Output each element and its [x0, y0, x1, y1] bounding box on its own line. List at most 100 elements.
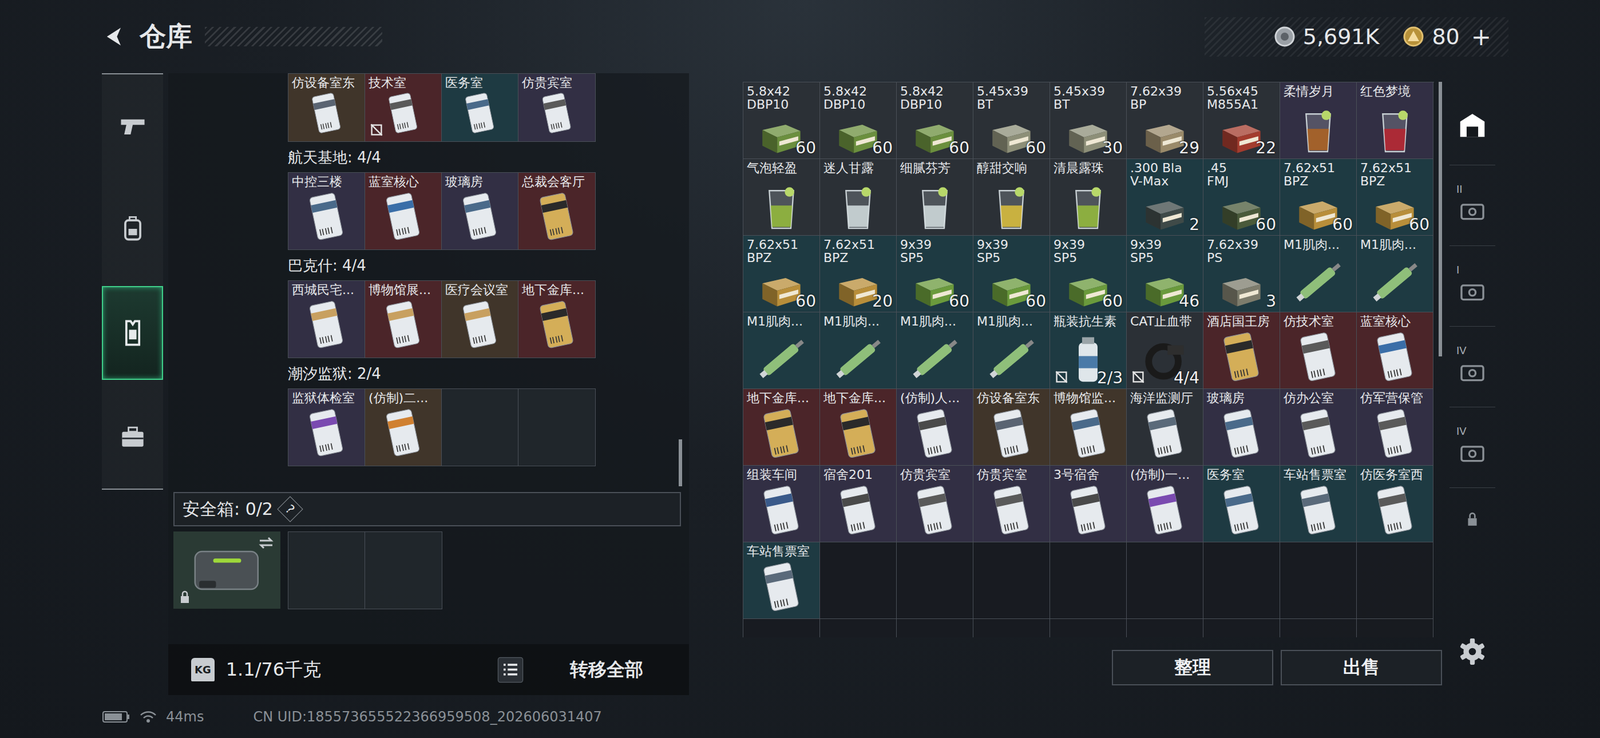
- stash-item[interactable]: (仿制)一...: [1126, 465, 1204, 543]
- stash-item[interactable]: 9x39SP560: [973, 235, 1051, 313]
- stash-item[interactable]: M1肌肉...: [743, 312, 821, 390]
- stash-item[interactable]: 9x39SP560: [896, 235, 974, 313]
- stash-tab[interactable]: I: [1449, 246, 1496, 327]
- stash-item[interactable]: (仿制)人...: [896, 389, 974, 466]
- gear-icon[interactable]: [1457, 636, 1488, 667]
- action-button[interactable]: 整理: [1111, 650, 1274, 686]
- add-currency-button[interactable]: +: [1471, 22, 1492, 51]
- empty-cell[interactable]: [896, 542, 974, 620]
- sidebar-item[interactable]: [101, 286, 164, 380]
- safe-slot[interactable]: [288, 532, 366, 609]
- keycard-slot[interactable]: 总裁会客厅: [518, 172, 596, 250]
- stash-item[interactable]: 仿医务室西: [1356, 465, 1434, 543]
- stash-item[interactable]: 3号宿舍: [1050, 465, 1127, 543]
- stash-item[interactable]: M1肌肉...: [973, 312, 1051, 390]
- stash-item[interactable]: 仿贵宾室: [973, 465, 1051, 543]
- keycard-slot[interactable]: 西城民宅...: [288, 280, 366, 358]
- scrollbar[interactable]: [1438, 81, 1443, 357]
- stash-item[interactable]: 7.62x39PS3: [1203, 235, 1281, 313]
- empty-cell[interactable]: [1126, 619, 1204, 638]
- stash-item[interactable]: 组装车间: [743, 465, 821, 543]
- stash-item[interactable]: 5.8x42DBP1060: [743, 82, 821, 160]
- empty-cell[interactable]: [1126, 542, 1204, 620]
- stash-item[interactable]: 5.45x39BT30: [1050, 82, 1127, 160]
- stash-item[interactable]: M1肌肉...: [820, 312, 897, 390]
- stash-item[interactable]: 医务室: [1203, 465, 1281, 543]
- stash-item[interactable]: 仿技术室: [1280, 312, 1357, 390]
- empty-cell[interactable]: [973, 542, 1051, 620]
- keycard-slot[interactable]: (仿制)二...: [365, 389, 442, 466]
- stash-item[interactable]: 博物馆监...: [1050, 389, 1127, 466]
- keycard-slot[interactable]: 蓝室核心: [365, 172, 442, 250]
- stash-tab[interactable]: [1449, 488, 1496, 552]
- keycard-slot[interactable]: 玻璃房: [441, 172, 519, 250]
- stash-item[interactable]: 7.62x39BP29: [1126, 82, 1204, 160]
- stash-item[interactable]: 瓶装抗生素2/3: [1050, 312, 1127, 390]
- keycard-slot[interactable]: 博物馆展...: [365, 280, 442, 358]
- empty-cell[interactable]: [973, 619, 1051, 638]
- stash-item[interactable]: 气泡轻盈: [743, 159, 821, 236]
- empty-cell[interactable]: [1356, 542, 1434, 620]
- swap-icon[interactable]: [257, 536, 275, 550]
- stash-item[interactable]: 迷人甘露: [820, 159, 897, 236]
- keycard-slot[interactable]: 地下金库...: [518, 280, 596, 358]
- stash-item[interactable]: 7.62x51BPZ60: [1356, 159, 1434, 236]
- stash-item[interactable]: 7.62x51BPZ60: [743, 235, 821, 313]
- back-arrow-icon[interactable]: [101, 24, 128, 50]
- stash-item[interactable]: 仿办公室: [1280, 389, 1357, 466]
- stash-item[interactable]: 玻璃房: [1203, 389, 1281, 466]
- stash-item[interactable]: M1肌肉...: [896, 312, 974, 390]
- stash-item[interactable]: 柔情岁月: [1280, 82, 1357, 160]
- stash-item[interactable]: 车站售票室: [1280, 465, 1357, 543]
- stash-item[interactable]: CAT止血带4/4: [1126, 312, 1204, 390]
- stash-item[interactable]: .45FMJ60: [1203, 159, 1281, 236]
- stash-item[interactable]: 海洋监测厅: [1126, 389, 1204, 466]
- stash-item[interactable]: 地下金库...: [820, 389, 897, 466]
- stash-item[interactable]: 5.45x39BT60: [973, 82, 1051, 160]
- stash-item[interactable]: 7.62x51BPZ60: [1280, 159, 1357, 236]
- keycard-slot[interactable]: 仿贵宾室: [518, 73, 596, 142]
- stash-tab[interactable]: IV: [1449, 407, 1496, 489]
- empty-cell[interactable]: [1203, 619, 1281, 638]
- stash-item[interactable]: 细腻芬芳: [896, 159, 974, 236]
- stash-item[interactable]: 9x39SP560: [1050, 235, 1127, 313]
- empty-cell[interactable]: [820, 542, 897, 620]
- keycard-slot[interactable]: 医务室: [441, 73, 519, 142]
- empty-cell[interactable]: [1050, 619, 1127, 638]
- stash-tab[interactable]: IV: [1449, 326, 1496, 408]
- keycard-slot[interactable]: 医疗会议室: [441, 280, 519, 358]
- stash-item[interactable]: 9x39SP546: [1126, 235, 1204, 313]
- keycard-slot[interactable]: 技术室: [365, 73, 442, 142]
- scrollbar[interactable]: [678, 439, 683, 487]
- empty-cell[interactable]: [743, 619, 821, 638]
- action-button[interactable]: 出售: [1280, 650, 1443, 686]
- empty-slot[interactable]: [518, 389, 596, 466]
- empty-cell[interactable]: [1050, 542, 1127, 620]
- stash-item[interactable]: 醇甜交响: [973, 159, 1051, 236]
- stash-item[interactable]: 仿贵宾室: [896, 465, 974, 543]
- stash-item[interactable]: 车站售票室: [743, 542, 821, 620]
- stash-item[interactable]: 蓝室核心: [1356, 312, 1434, 390]
- keycard-slot[interactable]: 监狱体检室: [288, 389, 366, 466]
- empty-cell[interactable]: [1203, 542, 1281, 620]
- empty-cell[interactable]: [1280, 619, 1357, 638]
- help-button[interactable]: ?: [276, 496, 303, 522]
- sidebar-item[interactable]: [101, 391, 164, 483]
- stash-item[interactable]: 5.56x45M855A122: [1203, 82, 1281, 160]
- sidebar-item[interactable]: [101, 183, 164, 275]
- empty-cell[interactable]: [820, 619, 897, 638]
- empty-cell[interactable]: [1356, 619, 1434, 638]
- stash-item[interactable]: 仿军营保管: [1356, 389, 1434, 466]
- stash-item[interactable]: 5.8x42DBP1060: [820, 82, 897, 160]
- stash-tab[interactable]: II: [1449, 165, 1496, 247]
- stash-item[interactable]: 酒店国王房: [1203, 312, 1281, 390]
- safe-slot[interactable]: [365, 532, 442, 609]
- stash-item[interactable]: M1肌肉...: [1280, 235, 1357, 313]
- stash-item[interactable]: 5.8x42DBP1060: [896, 82, 974, 160]
- empty-slot[interactable]: [441, 389, 519, 466]
- stash-item[interactable]: M1肌肉...: [1356, 235, 1434, 313]
- transfer-all-button[interactable]: 转移全部: [535, 657, 689, 683]
- stash-item[interactable]: 地下金库...: [743, 389, 821, 466]
- safe-box[interactable]: [173, 531, 281, 609]
- sidebar-item[interactable]: [101, 80, 164, 172]
